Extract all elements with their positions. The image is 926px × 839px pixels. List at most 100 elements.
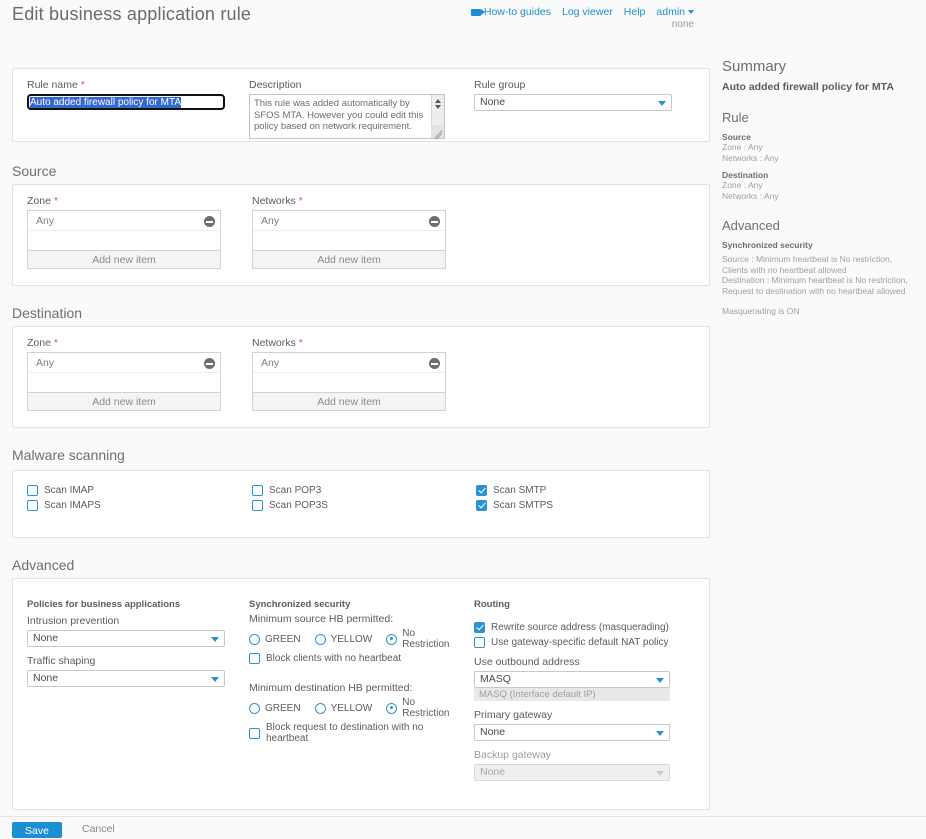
scan-imap-checkbox[interactable] [27,485,38,496]
list-item[interactable]: Any [253,211,445,231]
scan-imap-label: Scan IMAP [44,485,95,496]
outbound-address-select[interactable]: MASQ [474,671,670,688]
remove-icon[interactable] [204,216,215,227]
scan-smtp-row[interactable]: Scan SMTP [476,485,553,496]
log-viewer-link[interactable]: Log viewer [562,6,613,18]
summary-sync-key: Synchronized security [722,240,813,250]
source-networks-add-button[interactable]: Add new item [252,250,446,269]
general-panel: Rule name * Description This rule was ad… [12,68,710,142]
chevron-down-icon [211,637,219,642]
block-clients-checkbox[interactable] [249,653,260,664]
source-networks-label: Networks * [252,195,303,207]
rule-group-select[interactable]: None [474,94,672,111]
top-navigation: How-to guides Log viewer Help admin [470,6,694,18]
dest-hb-no-restriction-radio[interactable] [386,702,398,714]
scan-imaps-checkbox[interactable] [27,500,38,511]
help-link[interactable]: Help [624,6,646,18]
scan-imap-row[interactable]: Scan IMAP [27,485,101,496]
destination-networks-group: Networks * Any Add new item [252,337,446,411]
remove-icon[interactable] [204,358,215,369]
source-zone-add-button[interactable]: Add new item [27,250,221,269]
dest-hb-yellow-label: YELLOW [330,702,373,714]
scan-smtp-checkbox[interactable] [476,485,487,496]
block-destination-row[interactable]: Block request to destination with no hea… [249,722,464,744]
routing-group-label: Routing [474,599,510,610]
destination-panel: Zone * Any Add new item Networks * Any A… [12,326,710,428]
destination-zone-add-button[interactable]: Add new item [27,392,221,411]
primary-gateway-select[interactable]: None [474,724,670,741]
cancel-button[interactable]: Cancel [76,822,121,836]
top-bar: Edit business application rule How-to gu… [0,0,926,38]
backup-gateway-label: Backup gateway [474,749,552,761]
destination-networks-listbox[interactable]: Any [252,352,446,392]
source-zone-group: Zone * Any Add new item [27,195,221,269]
list-item[interactable]: Any [28,353,220,373]
scan-pop3s-checkbox[interactable] [252,500,263,511]
source-networks-listbox[interactable]: Any [252,210,446,250]
summary-destination-networks: Networks : Any [722,190,779,201]
traffic-shaping-value: None [33,672,59,684]
remove-icon[interactable] [429,358,440,369]
min-source-hb-radio-group: GREEN YELLOW No Restriction [249,628,464,650]
backup-gateway-select: None [474,764,670,781]
rule-group-value: None [480,96,506,108]
list-item[interactable]: Any [28,211,220,231]
source-zone-listbox[interactable]: Any [27,210,221,250]
gateway-nat-label: Use gateway-specific default NAT policy [491,637,669,648]
advanced-panel: Policies for business applications Intru… [12,578,710,810]
malware-section-title: Malware scanning [12,447,125,463]
list-item[interactable]: Any [253,353,445,373]
destination-networks-add-button[interactable]: Add new item [252,392,446,411]
masquerading-checkbox[interactable] [474,622,485,633]
summary-panel: Summary Auto added firewall policy for M… [722,58,918,317]
summary-advanced-heading: Advanced [722,218,780,233]
scan-pop3s-row[interactable]: Scan POP3S [252,500,328,511]
rule-group-label: Rule group [474,79,526,91]
gateway-nat-row[interactable]: Use gateway-specific default NAT policy [474,637,670,648]
how-to-guides-link[interactable]: How-to guides [470,6,551,18]
scan-pop3-row[interactable]: Scan POP3 [252,485,328,496]
source-networks-item-label: Any [261,215,280,227]
scan-smtps-checkbox[interactable] [476,500,487,511]
scan-pop3-label: Scan POP3 [269,485,322,496]
chevron-down-icon [656,678,664,683]
block-clients-label: Block clients with no heartbeat [266,653,402,664]
source-hb-green-label: GREEN [265,633,301,645]
scan-imaps-row[interactable]: Scan IMAPS [27,500,101,511]
destination-section-title: Destination [12,305,83,321]
intrusion-prevention-select[interactable]: None [27,630,225,647]
block-destination-checkbox[interactable] [249,727,260,739]
rule-name-input[interactable] [26,93,226,111]
summary-destination-key: Destination [722,170,769,180]
scan-pop3-checkbox[interactable] [252,485,263,496]
source-hb-yellow-label: YELLOW [330,633,373,645]
masquerading-label: Rewrite source address (masquerading) [491,622,669,633]
resize-grip-icon[interactable] [431,125,444,138]
dest-hb-yellow-radio[interactable] [314,702,326,714]
admin-menu[interactable]: admin [656,6,694,18]
destination-zone-listbox[interactable]: Any [27,352,221,392]
malware-column-2: Scan POP3 Scan POP3S [252,485,328,515]
traffic-shaping-label: Traffic shaping [27,655,96,667]
source-networks-group: Networks * Any Add new item [252,195,446,269]
scroll-up-icon[interactable] [435,99,441,103]
summary-destination-zone: Zone : Any [722,180,763,190]
summary-subtitle: Auto added firewall policy for MTA [722,81,894,93]
masquerading-row[interactable]: Rewrite source address (masquerading) [474,622,670,633]
source-hb-green-radio[interactable] [249,633,260,645]
gateway-nat-checkbox[interactable] [474,637,485,648]
outbound-address-value: MASQ [480,673,511,685]
scan-smtps-row[interactable]: Scan SMTPS [476,500,553,511]
scroll-down-icon[interactable] [435,105,441,109]
remove-icon[interactable] [429,216,440,227]
traffic-shaping-select[interactable]: None [27,670,225,687]
source-hb-no-restriction-radio[interactable] [386,633,398,645]
source-zone-item-label: Any [36,215,55,227]
dest-hb-green-radio[interactable] [249,702,260,714]
block-clients-row[interactable]: Block clients with no heartbeat [249,653,464,664]
source-hb-yellow-radio[interactable] [314,633,326,645]
description-field-group: Description This rule was added automati… [249,79,445,139]
dest-hb-green-label: GREEN [265,702,301,714]
description-textarea[interactable]: This rule was added automatically by SFO… [249,94,445,139]
min-destination-hb-label: Minimum destination HB permitted: [249,682,413,694]
